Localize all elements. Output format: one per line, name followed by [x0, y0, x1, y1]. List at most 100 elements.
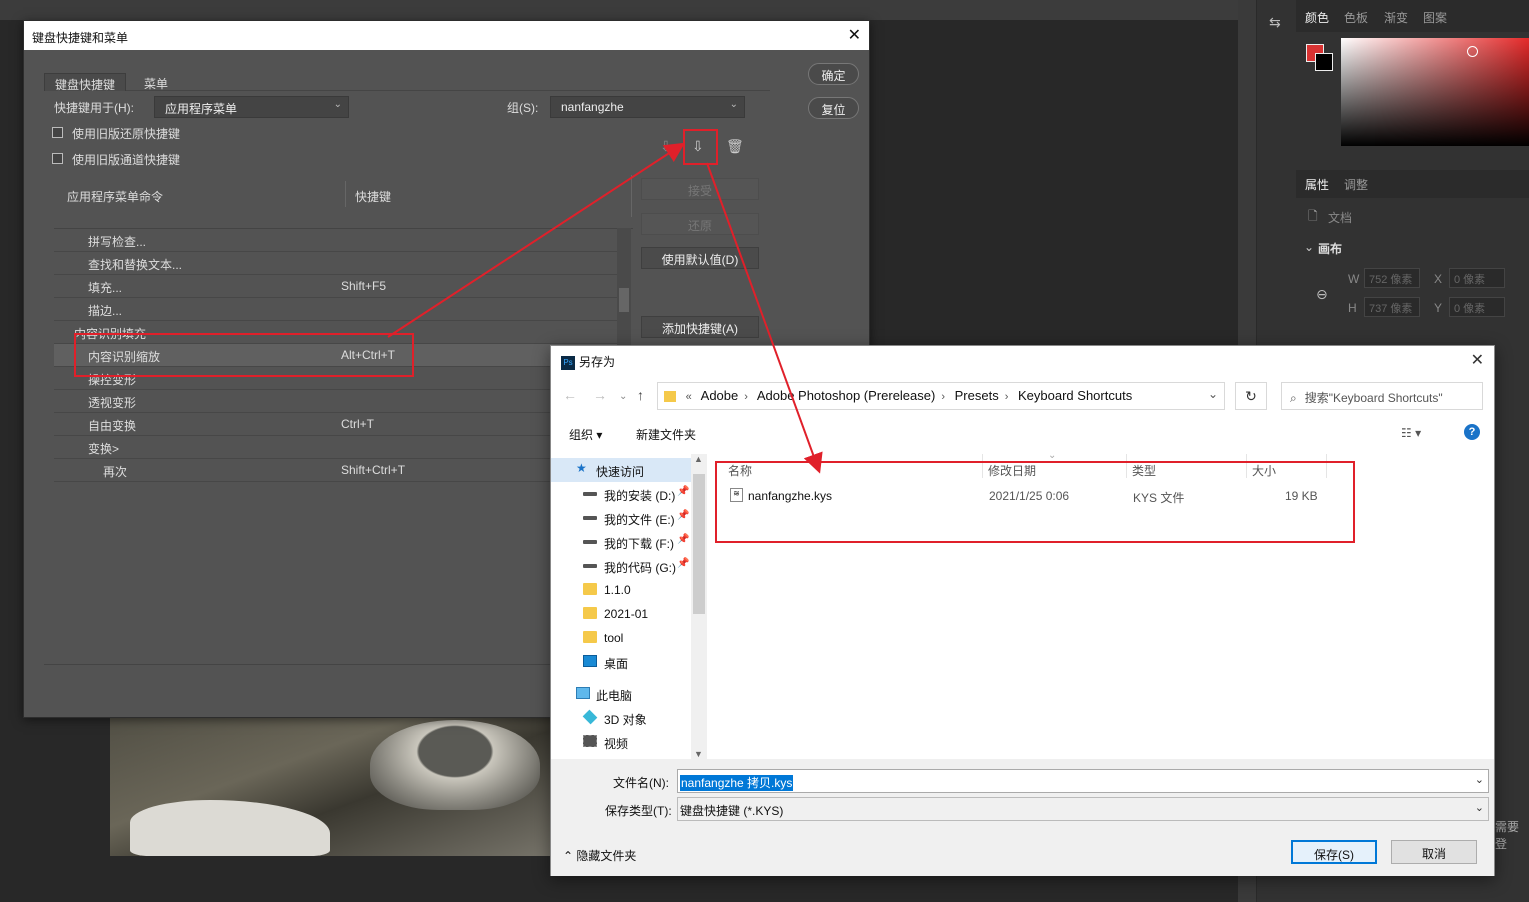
- pc-icon: [576, 687, 590, 699]
- add-shortcut-button[interactable]: 添加快捷键(A): [641, 316, 759, 338]
- shortcut-row[interactable]: 变换>: [54, 436, 617, 459]
- tab-properties[interactable]: 属性: [1305, 176, 1329, 193]
- width-field[interactable]: 752 像素: [1364, 268, 1420, 288]
- tab-gradients[interactable]: 渐变: [1384, 9, 1408, 26]
- tab-adjustments[interactable]: 调整: [1344, 176, 1368, 193]
- navigation-pane-scrollbar[interactable]: ▲ ▼: [691, 454, 707, 759]
- shortcut-row[interactable]: 查找和替换文本...: [54, 252, 617, 275]
- search-input[interactable]: ⌕ 搜索"Keyboard Shortcuts": [1281, 382, 1483, 410]
- use-default-button[interactable]: 使用默认值(D): [641, 247, 759, 269]
- save-options: 文件名(N): nanfangzhe 拷贝.kys ⌄ 保存类型(T): 键盘快捷…: [551, 759, 1494, 876]
- color-picker-field[interactable]: [1341, 38, 1529, 146]
- x-label: X: [1434, 272, 1443, 286]
- sidebar-item[interactable]: tool: [551, 626, 691, 650]
- filename-input[interactable]: nanfangzhe 拷贝.kys ⌄: [677, 769, 1489, 793]
- sidebar-item[interactable]: 桌面: [551, 650, 691, 674]
- sidebar-item[interactable]: 此电脑: [551, 682, 691, 706]
- organize-button[interactable]: 组织 ▾: [569, 426, 602, 443]
- tab-menus[interactable]: 菜单: [134, 73, 178, 91]
- folder-icon: [664, 391, 676, 403]
- sidebar-item[interactable]: ★ 快速访问: [551, 458, 691, 482]
- shortcut-row[interactable]: 填充... Shift+F5: [54, 275, 617, 298]
- shortcut-row[interactable]: 自由变换 Ctrl+T: [54, 413, 617, 436]
- chevron-down-icon: ⌄: [729, 99, 738, 110]
- close-icon[interactable]: ✕: [848, 25, 861, 45]
- recent-dropdown-icon[interactable]: ⌄: [619, 391, 627, 402]
- reset-button[interactable]: 复位: [808, 97, 859, 119]
- tab-patterns[interactable]: 图案: [1423, 9, 1447, 26]
- address-bar[interactable]: « Adobe › Adobe Photoshop (Prerelease) › P…: [657, 382, 1225, 410]
- sidebar-item-label: 1.1.0: [604, 583, 631, 597]
- dialog-title: 键盘快捷键和菜单: [24, 21, 869, 50]
- shortcut-row[interactable]: 再次 Shift+Ctrl+T: [54, 459, 617, 482]
- breadcrumb-keyboard-shortcuts[interactable]: Keyboard Shortcuts: [1018, 388, 1132, 403]
- filetype-select[interactable]: 键盘快捷键 (*.KYS) ⌄: [677, 797, 1489, 821]
- navigation-bar: ← → ⌄ ↑ « Adobe › Adobe Photoshop (Prerel…: [551, 379, 1494, 413]
- sidebar-item[interactable]: 我的安装 (D:) 📌: [551, 482, 691, 506]
- undo-button[interactable]: 还原: [641, 213, 759, 235]
- sidebar-item[interactable]: 2021-01: [551, 602, 691, 626]
- accept-button[interactable]: 接受: [641, 178, 759, 200]
- breadcrumb-photoshop[interactable]: Adobe Photoshop (Prerelease): [757, 388, 936, 403]
- color-picker-cursor[interactable]: [1467, 46, 1478, 57]
- close-icon[interactable]: ✕: [1471, 350, 1484, 370]
- scroll-down-icon[interactable]: ▼: [694, 749, 703, 759]
- sidebar-item[interactable]: 3D 对象: [551, 706, 691, 730]
- y-field[interactable]: 0 像素: [1449, 297, 1505, 317]
- chevron-down-icon[interactable]: ⌄: [1208, 387, 1218, 401]
- collapse-icon[interactable]: ⌄: [1304, 240, 1314, 254]
- legacy-undo-label: 使用旧版还原快捷键: [72, 127, 181, 141]
- sidebar-item[interactable]: 我的文件 (E:) 📌: [551, 506, 691, 530]
- column-divider: [345, 181, 346, 207]
- back-icon[interactable]: ←: [563, 387, 577, 403]
- annotation-box-save-icon: [683, 129, 718, 165]
- forward-icon[interactable]: →: [593, 387, 607, 403]
- sidebar-item[interactable]: 我的代码 (G:) 📌: [551, 554, 691, 578]
- scrollbar-thumb[interactable]: [619, 288, 629, 312]
- shortcut-row[interactable]: 透视变形: [54, 390, 617, 413]
- legacy-channel-checkbox[interactable]: [52, 153, 63, 164]
- cancel-button[interactable]: 取消: [1391, 840, 1477, 864]
- shortcuts-for-select[interactable]: 应用程序菜单 ⌄: [154, 96, 349, 118]
- pin-icon: 📌: [677, 558, 690, 569]
- legacy-undo-checkbox[interactable]: [52, 127, 63, 138]
- refresh-button[interactable]: ↻: [1235, 382, 1267, 410]
- sidebar-item-label: 视频: [604, 737, 629, 751]
- sidebar-item[interactable]: 1.1.0: [551, 578, 691, 602]
- history-icon[interactable]: ⇆: [1269, 14, 1285, 36]
- save-set-icon[interactable]: ⇩: [660, 138, 672, 155]
- breadcrumb-presets[interactable]: Presets: [955, 388, 999, 403]
- chevron-down-icon[interactable]: ⌄: [1475, 773, 1484, 786]
- sidebar-item[interactable]: 我的下载 (F:) 📌: [551, 530, 691, 554]
- drive-icon: [583, 564, 597, 568]
- sidebar-item[interactable]: 视频: [551, 730, 691, 754]
- delete-set-icon[interactable]: 🗑: [726, 138, 744, 155]
- legacy-channel-label: 使用旧版通道快捷键: [72, 153, 181, 167]
- help-icon[interactable]: ?: [1464, 424, 1480, 440]
- shortcut-row[interactable]: 描边...: [54, 298, 617, 321]
- view-options-icon[interactable]: ☷ ▾: [1401, 426, 1421, 440]
- height-field[interactable]: 737 像素: [1364, 297, 1420, 317]
- shortcut-command: 填充...: [88, 281, 123, 295]
- scroll-up-icon[interactable]: ▲: [694, 454, 703, 464]
- sidebar-item-label: 桌面: [604, 657, 629, 671]
- tab-color[interactable]: 颜色: [1305, 9, 1329, 26]
- tab-keyboard-shortcuts[interactable]: 键盘快捷键: [44, 73, 127, 92]
- overflow-icon[interactable]: «: [686, 391, 692, 403]
- shortcut-row[interactable]: 拼写检查...: [54, 229, 617, 252]
- background-color-swatch[interactable]: [1315, 53, 1333, 71]
- sidebar-item-label: 我的下载 (F:): [604, 537, 674, 551]
- save-button[interactable]: 保存(S): [1291, 840, 1377, 864]
- x-field[interactable]: 0 像素: [1449, 268, 1505, 288]
- breadcrumb-adobe[interactable]: Adobe: [701, 388, 739, 403]
- up-icon[interactable]: ↑: [637, 387, 644, 403]
- ok-button[interactable]: 确定: [808, 63, 859, 85]
- new-folder-button[interactable]: 新建文件夹: [636, 426, 696, 443]
- set-select[interactable]: nanfangzhe ⌄: [550, 96, 745, 118]
- folder-icon: [583, 607, 597, 619]
- chevron-right-icon: ›: [1004, 391, 1009, 403]
- scrollbar-thumb[interactable]: [693, 474, 705, 614]
- tab-swatches[interactable]: 色板: [1344, 9, 1368, 26]
- hide-folders-toggle[interactable]: ⌃ 隐藏文件夹: [563, 847, 636, 864]
- link-icon[interactable]: ⊖: [1316, 286, 1328, 303]
